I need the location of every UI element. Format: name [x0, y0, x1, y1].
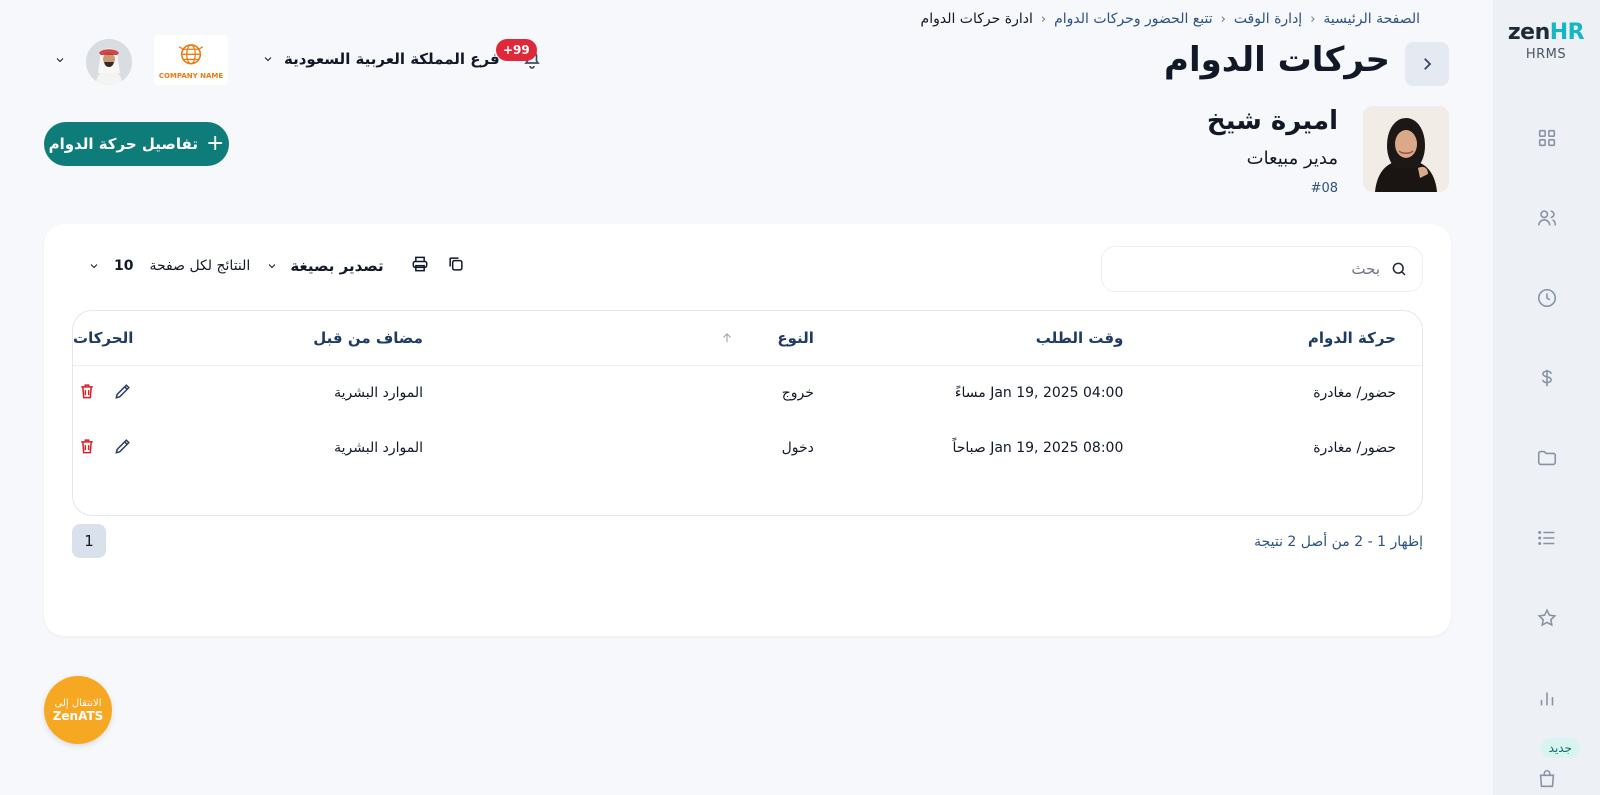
table-header-row: حركة الدوام وقت الطلب النوع مضاف من قبل … [73, 311, 1422, 366]
header-added-by[interactable]: مضاف من قبل [139, 311, 423, 366]
export-format-dropdown[interactable]: تصدير بصيغة [266, 257, 384, 275]
add-attendance-movement-button[interactable]: + تفاصيل حركة الدوام [44, 122, 229, 166]
search-box[interactable] [1101, 246, 1423, 292]
table-row: حضور/ مغادرة Jan 19, 2025 04:00 مساءً خر… [73, 365, 1422, 420]
company-name: COMPANY NAME [158, 71, 224, 80]
chevron-left-icon: ‹ [1310, 11, 1316, 27]
header-type-cell[interactable]: النوع [422, 311, 819, 366]
cell-actions [73, 420, 139, 475]
breadcrumb-time-management[interactable]: إدارة الوقت [1234, 11, 1302, 27]
sort-arrow-up-icon[interactable] [720, 329, 734, 347]
search-icon [1392, 262, 1406, 276]
per-page-label: النتائج لكل صفحة [149, 258, 251, 274]
company-logo: COMPANY NAME [154, 35, 228, 85]
bar-chart-icon[interactable] [1534, 685, 1560, 711]
shopping-bag-icon[interactable] [1534, 766, 1560, 792]
sidebar: zenHR HRMS جديد [1493, 0, 1600, 795]
chevron-left-icon: ‹ [1220, 11, 1226, 27]
logo-zen: zen [1507, 20, 1550, 45]
zenats-line1: الانتقال إلى [54, 697, 102, 709]
folder-icon[interactable] [1534, 445, 1560, 471]
cell-movement: حضور/ مغادرة [1313, 439, 1396, 456]
dollar-icon[interactable] [1534, 365, 1560, 391]
zenats-switch-button[interactable]: الانتقال إلى ZenATS [44, 676, 112, 744]
employee-role: مدير مبيعات [1246, 148, 1338, 169]
globe-icon [178, 43, 204, 64]
chevron-down-icon [90, 264, 98, 269]
zenats-line2: ZenATS [52, 708, 104, 723]
delete-trash-icon[interactable] [77, 436, 97, 460]
header-type: النوع [777, 328, 814, 347]
chevron-right-icon [1424, 58, 1432, 70]
table-row: حضور/ مغادرة Jan 19, 2025 08:00 صباحاً د… [73, 420, 1422, 475]
header-actions: الحركات [73, 311, 140, 366]
cell-movement: حضور/ مغادرة [1313, 384, 1396, 401]
page-title: حركات الدوام [1164, 40, 1390, 80]
header-movement[interactable]: حركة الدوام [1123, 311, 1422, 366]
header-request-time[interactable]: وقت الطلب [818, 311, 1124, 366]
edit-pencil-icon[interactable] [113, 436, 133, 460]
employee-photo [1363, 106, 1449, 192]
per-page-value: 10 [114, 258, 134, 274]
breadcrumb-attendance-tracking[interactable]: تتبع الحضور وحركات الدوام [1054, 11, 1213, 27]
cell-type: خروج [781, 384, 814, 401]
movements-table: حركة الدوام وقت الطلب النوع مضاف من قبل … [72, 310, 1423, 516]
plus-icon: + [205, 131, 225, 156]
cell-type: دخول [781, 439, 814, 456]
notification-count-badge: +99 [496, 39, 537, 61]
new-badge: جديد [1540, 738, 1580, 758]
cell-actions [73, 365, 139, 420]
pagination-page-button[interactable]: 1 [72, 524, 106, 558]
star-icon[interactable] [1534, 605, 1560, 631]
user-avatar[interactable] [86, 39, 132, 85]
table-toolbar: تصدير بصيغة النتائج لكل صفحة 10 [88, 254, 466, 278]
clock-icon[interactable] [1534, 285, 1560, 311]
per-page-select[interactable]: 10 [88, 258, 133, 274]
results-summary: إظهار 1 - 2 من أصل 2 نتيجة [1254, 534, 1423, 550]
export-label: تصدير بصيغة [290, 257, 384, 275]
delete-trash-icon[interactable] [77, 381, 97, 405]
chevron-down-icon [264, 57, 272, 62]
print-icon[interactable] [410, 254, 430, 278]
dashboard-icon[interactable] [1534, 125, 1560, 151]
users-icon[interactable] [1534, 205, 1560, 231]
movements-card: تصدير بصيغة النتائج لكل صفحة 10 حركة الد… [44, 224, 1451, 636]
employee-name: اميرة شيخ [1206, 106, 1338, 136]
cell-request-time: Jan 19, 2025 08:00 صباحاً [952, 439, 1124, 456]
chevron-left-icon: ‹ [1040, 11, 1047, 27]
employee-id: #08 [1310, 181, 1338, 196]
logo-subtitle: HRMS [1525, 47, 1567, 62]
breadcrumb-current: ادارة حركات الدوام [920, 11, 1033, 27]
cell-added-by: الموارد البشرية [334, 439, 423, 456]
user-menu-chevron-down-icon[interactable] [54, 54, 66, 66]
breadcrumb-home[interactable]: الصفحة الرئيسية [1323, 11, 1420, 27]
list-icon[interactable] [1534, 525, 1560, 551]
copy-icon[interactable] [446, 254, 466, 278]
branch-selector[interactable]: فرع المملكة العربية السعودية [262, 50, 500, 68]
chevron-down-icon [268, 264, 276, 269]
edit-pencil-icon[interactable] [113, 381, 133, 405]
add-button-label: تفاصيل حركة الدوام [48, 135, 198, 153]
branch-name: فرع المملكة العربية السعودية [284, 50, 500, 68]
logo-hr: HR [1549, 20, 1585, 45]
zenhr-logo[interactable]: zenHR HRMS [1506, 20, 1586, 62]
search-input[interactable] [1116, 260, 1380, 278]
cell-request-time: Jan 19, 2025 04:00 مساءً [954, 384, 1124, 401]
back-button[interactable] [1405, 42, 1449, 86]
breadcrumb: الصفحة الرئيسية ‹ إدارة الوقت ‹ تتبع الح… [921, 11, 1420, 27]
cell-added-by: الموارد البشرية [334, 384, 423, 401]
